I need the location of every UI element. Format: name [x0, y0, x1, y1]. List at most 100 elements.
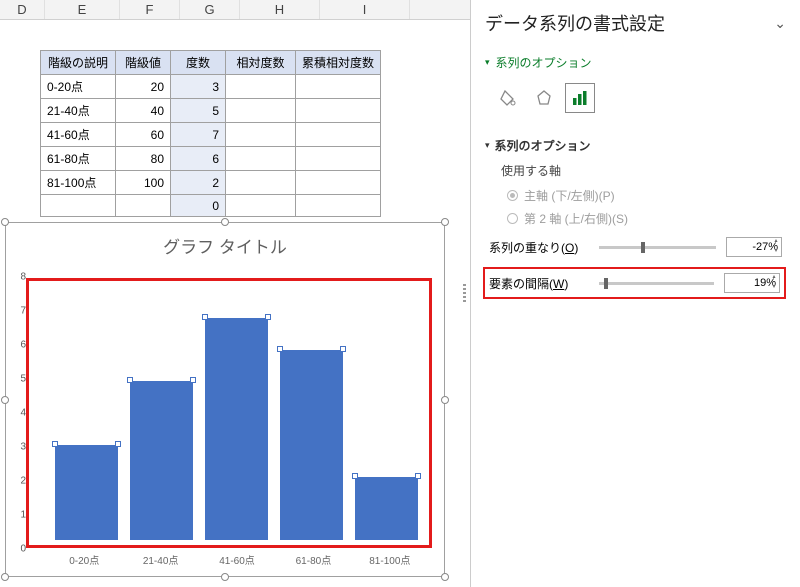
bar[interactable]: [130, 381, 193, 540]
chart-object[interactable]: グラフ タイトル 012345678 0-20点21-40点41-60点61-8…: [5, 222, 445, 577]
bar[interactable]: [280, 350, 343, 541]
plot-area[interactable]: [49, 286, 424, 540]
x-tick: 21-40点: [122, 552, 198, 568]
th-relfreq[interactable]: 相対度数: [226, 51, 296, 75]
pane-title-text: データ系列の書式設定: [485, 10, 665, 36]
cell[interactable]: 21-40点: [41, 99, 116, 123]
cell[interactable]: [41, 195, 116, 217]
overlap-label: 系列の重なり(O): [489, 239, 589, 256]
bar[interactable]: [205, 318, 268, 540]
cell[interactable]: [226, 99, 296, 123]
table-row[interactable]: 41-60点607: [41, 123, 381, 147]
series-options-section[interactable]: 系列のオプション: [485, 137, 786, 154]
th-class[interactable]: 階級の説明: [41, 51, 116, 75]
table-row[interactable]: 0-20点203: [41, 75, 381, 99]
x-tick: 41-60点: [199, 552, 275, 568]
bar[interactable]: [55, 445, 118, 540]
fill-icon[interactable]: [493, 83, 523, 113]
table-row[interactable]: 21-40点405: [41, 99, 381, 123]
resize-handle[interactable]: [1, 218, 9, 226]
cell[interactable]: 3: [171, 75, 226, 99]
cell[interactable]: [226, 195, 296, 217]
resize-handle[interactable]: [441, 396, 449, 404]
spinner-up-icon[interactable]: ▴: [768, 273, 780, 283]
cell[interactable]: 0-20点: [41, 75, 116, 99]
resize-handle[interactable]: [1, 396, 9, 404]
th-value[interactable]: 階級値: [116, 51, 171, 75]
col-header-E[interactable]: E: [45, 0, 120, 19]
cell[interactable]: [296, 99, 381, 123]
resize-handle[interactable]: [221, 218, 229, 226]
gap-width-row: 要素の間隔(W) 19%▴▾: [483, 267, 786, 299]
data-table[interactable]: 階級の説明 階級値 度数 相対度数 累積相対度数 0-20点20321-40点4…: [40, 50, 381, 217]
radio-icon: [507, 213, 518, 224]
cell[interactable]: [296, 195, 381, 217]
spinner-down-icon[interactable]: ▾: [770, 247, 782, 257]
cell[interactable]: 60: [116, 123, 171, 147]
format-pane: データ系列の書式設定 ⌄ 系列のオプション 系列のオプション 使用する軸 主軸 …: [470, 0, 800, 587]
table-row[interactable]: 0: [41, 195, 381, 217]
cell[interactable]: 5: [171, 99, 226, 123]
cell[interactable]: 80: [116, 147, 171, 171]
chart-title[interactable]: グラフ タイトル: [6, 223, 444, 260]
chevron-down-icon[interactable]: ⌄: [774, 15, 786, 32]
axis-used-label: 使用する軸: [501, 162, 786, 179]
pane-title: データ系列の書式設定 ⌄: [485, 10, 786, 36]
pane-splitter[interactable]: [461, 0, 468, 587]
cell[interactable]: [226, 147, 296, 171]
x-tick: 0-20点: [46, 552, 122, 568]
x-tick: 81-100点: [352, 552, 428, 568]
cell[interactable]: 100: [116, 171, 171, 195]
y-axis[interactable]: 012345678: [14, 277, 26, 549]
primary-axis-radio: 主軸 (下/左側)(P): [507, 187, 786, 204]
col-header-I[interactable]: I: [320, 0, 410, 19]
col-header-H[interactable]: H: [240, 0, 320, 19]
table-row[interactable]: 61-80点806: [41, 147, 381, 171]
column-headers: DEFGHI: [0, 0, 470, 20]
cell[interactable]: 7: [171, 123, 226, 147]
gap-label: 要素の間隔(W): [489, 275, 589, 292]
series-options-icon[interactable]: [565, 83, 595, 113]
x-tick: 61-80点: [275, 552, 351, 568]
table-row[interactable]: 81-100点1002: [41, 171, 381, 195]
cell[interactable]: 20: [116, 75, 171, 99]
bar[interactable]: [355, 477, 418, 541]
overlap-value-input[interactable]: -27%▴▾: [726, 237, 782, 257]
cell[interactable]: 61-80点: [41, 147, 116, 171]
secondary-axis-radio: 第 2 軸 (上/右側)(S): [507, 210, 786, 227]
gap-slider[interactable]: [599, 282, 714, 285]
spinner-up-icon[interactable]: ▴: [770, 237, 782, 247]
cell[interactable]: [116, 195, 171, 217]
th-cumrelfreq[interactable]: 累積相対度数: [296, 51, 381, 75]
cell[interactable]: 0: [171, 195, 226, 217]
cell[interactable]: [296, 171, 381, 195]
series-overlap-row: 系列の重なり(O) -27%▴▾: [489, 237, 782, 257]
cell[interactable]: [226, 75, 296, 99]
cell[interactable]: 6: [171, 147, 226, 171]
col-header-D[interactable]: D: [0, 0, 45, 19]
col-header-F[interactable]: F: [120, 0, 180, 19]
series-options-dropdown[interactable]: 系列のオプション: [485, 54, 786, 71]
cell[interactable]: [226, 171, 296, 195]
resize-handle[interactable]: [1, 573, 9, 581]
plot-area-highlight: [26, 278, 432, 548]
spinner-down-icon[interactable]: ▾: [768, 283, 780, 293]
cell[interactable]: 41-60点: [41, 123, 116, 147]
cell[interactable]: [296, 75, 381, 99]
radio-icon: [507, 190, 518, 201]
resize-handle[interactable]: [441, 218, 449, 226]
effects-icon[interactable]: [529, 83, 559, 113]
cell[interactable]: 40: [116, 99, 171, 123]
cell[interactable]: 81-100点: [41, 171, 116, 195]
x-axis[interactable]: 0-20点21-40点41-60点61-80点81-100点: [46, 552, 428, 568]
gap-value-input[interactable]: 19%▴▾: [724, 273, 780, 293]
cell[interactable]: 2: [171, 171, 226, 195]
resize-handle[interactable]: [221, 573, 229, 581]
col-header-G[interactable]: G: [180, 0, 240, 19]
overlap-slider[interactable]: [599, 246, 716, 249]
cell[interactable]: [226, 123, 296, 147]
cell[interactable]: [296, 147, 381, 171]
cell[interactable]: [296, 123, 381, 147]
th-freq[interactable]: 度数: [171, 51, 226, 75]
resize-handle[interactable]: [441, 573, 449, 581]
